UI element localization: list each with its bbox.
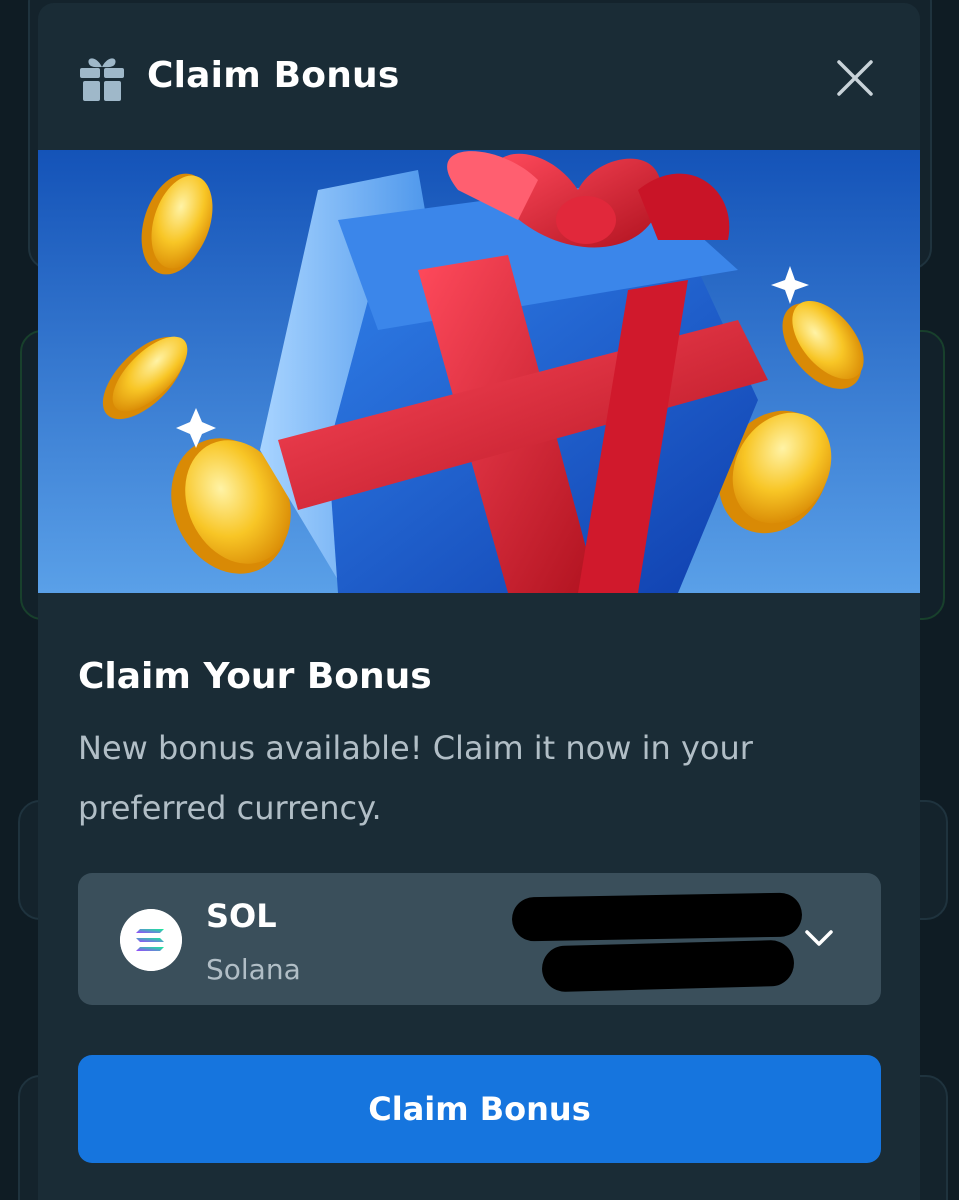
gift-box-illustration — [38, 150, 920, 593]
modal-title: Claim Bonus — [147, 55, 400, 96]
claim-bonus-button[interactable]: Claim Bonus — [78, 1055, 881, 1163]
currency-select[interactable]: SOL Solana — [78, 873, 881, 1005]
content-title: Claim Your Bonus — [78, 656, 432, 697]
bonus-banner — [38, 150, 920, 593]
chevron-down-icon[interactable] — [802, 925, 836, 951]
redacted-balance — [511, 892, 803, 942]
content-description: New bonus available! Claim it now in you… — [78, 729, 753, 827]
currency-code: SOL — [206, 897, 277, 935]
claim-bonus-modal: Claim Bonus Claim Your Bonus New bonus a… — [38, 3, 920, 1200]
redacted-balance — [541, 939, 795, 993]
modal-header: Claim Bonus — [38, 3, 920, 150]
close-icon[interactable] — [834, 57, 876, 99]
gift-icon — [80, 58, 124, 101]
solana-logo-icon — [120, 909, 182, 971]
currency-name: Solana — [206, 953, 301, 986]
